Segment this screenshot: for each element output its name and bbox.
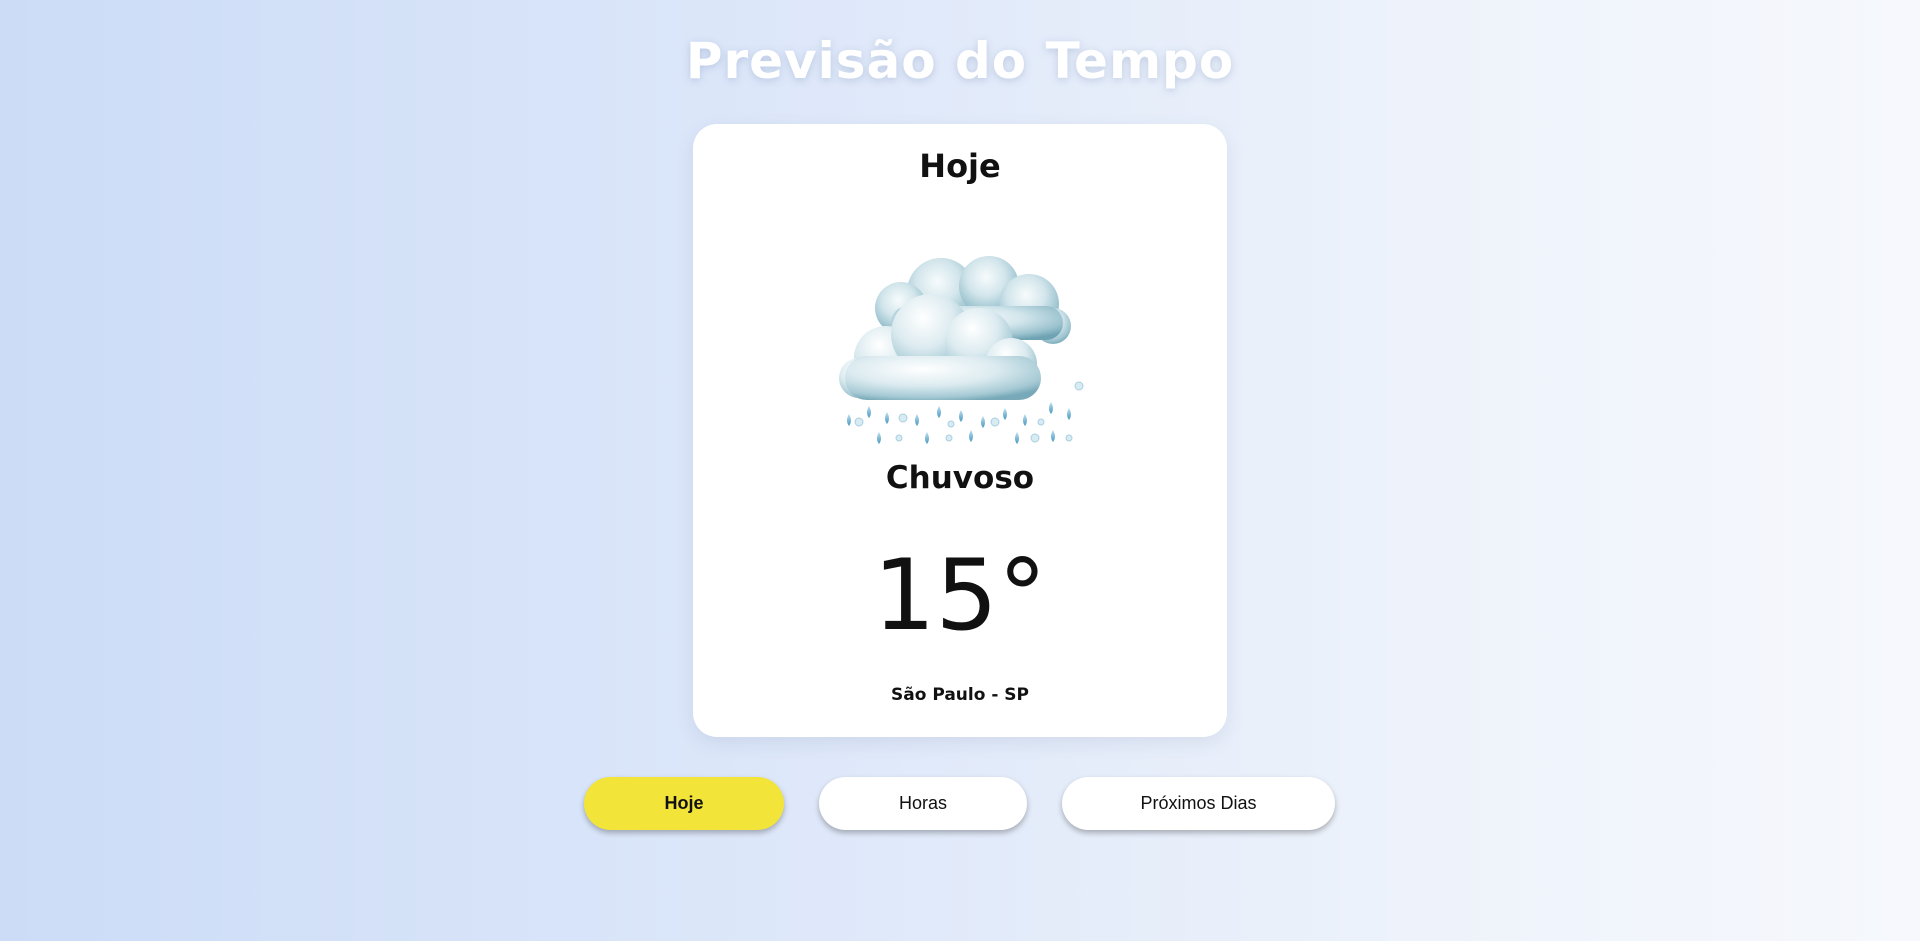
weather-card: Hoje Chuvoso 15° São Paulo - SP [693, 124, 1227, 737]
tab-hoje[interactable]: Hoje [584, 777, 784, 830]
card-title: Hoje [919, 147, 1001, 185]
temperature-value: 15° [873, 539, 1047, 653]
tab-proximos-dias[interactable]: Próximos Dias [1062, 777, 1335, 830]
weather-condition: Chuvoso [885, 460, 1035, 496]
tab-horas[interactable]: Horas [819, 777, 1027, 830]
location-label: São Paulo - SP [891, 685, 1029, 705]
rain-cloud-icon [839, 256, 1084, 444]
page-title: Previsão do Tempo [685, 32, 1235, 90]
